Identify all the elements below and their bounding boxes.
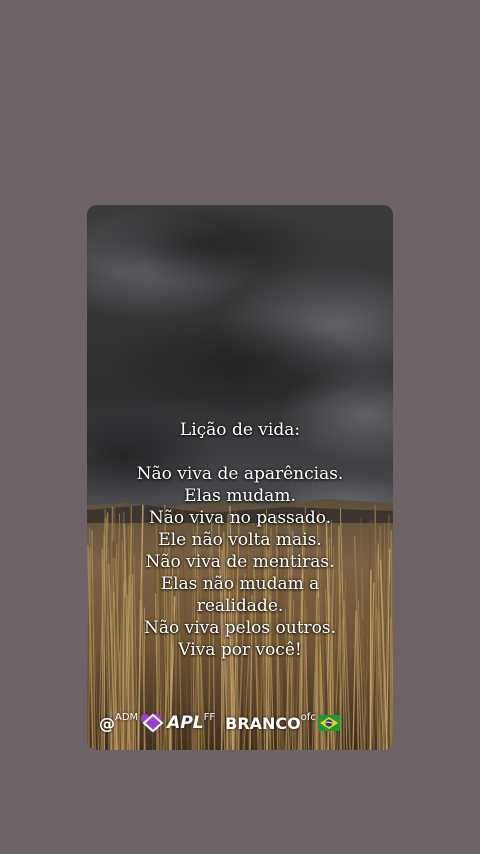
adm-superscript: ADM: [115, 711, 139, 723]
poem-line: Elas mudam.: [184, 486, 296, 506]
poem-line: Não viva de mentiras.: [145, 552, 335, 572]
branco-name: BRANCO: [225, 713, 301, 733]
poem-line: realidade.: [196, 596, 284, 616]
ff-superscript: FF: [203, 711, 216, 723]
author-signature: @ ADM APL FF BRANCO ofc: [99, 711, 381, 735]
poem-line: Ele não volta mais.: [158, 530, 322, 550]
poem-line: Viva por você!: [178, 640, 302, 660]
poem-line: Não viva no passado.: [148, 508, 332, 528]
brazil-flag-icon: [317, 715, 340, 731]
poem-line: Não viva pelos outros.: [143, 618, 337, 638]
heart-diamond-logo-icon: [140, 713, 164, 733]
ofc-superscript: ofc: [300, 711, 316, 723]
story-card: Lição de vida: Não viva de aparências. E…: [87, 205, 393, 750]
at-sign: @: [99, 713, 115, 733]
poem-spacer: [87, 441, 393, 463]
poem-line: Não viva de aparências.: [136, 464, 344, 484]
apl-brand: APL: [167, 713, 204, 733]
poem-title: Lição de vida:: [179, 420, 301, 440]
poem-line: Elas não mudam a: [160, 574, 320, 594]
poem-text: Lição de vida: Não viva de aparências. E…: [87, 419, 393, 661]
